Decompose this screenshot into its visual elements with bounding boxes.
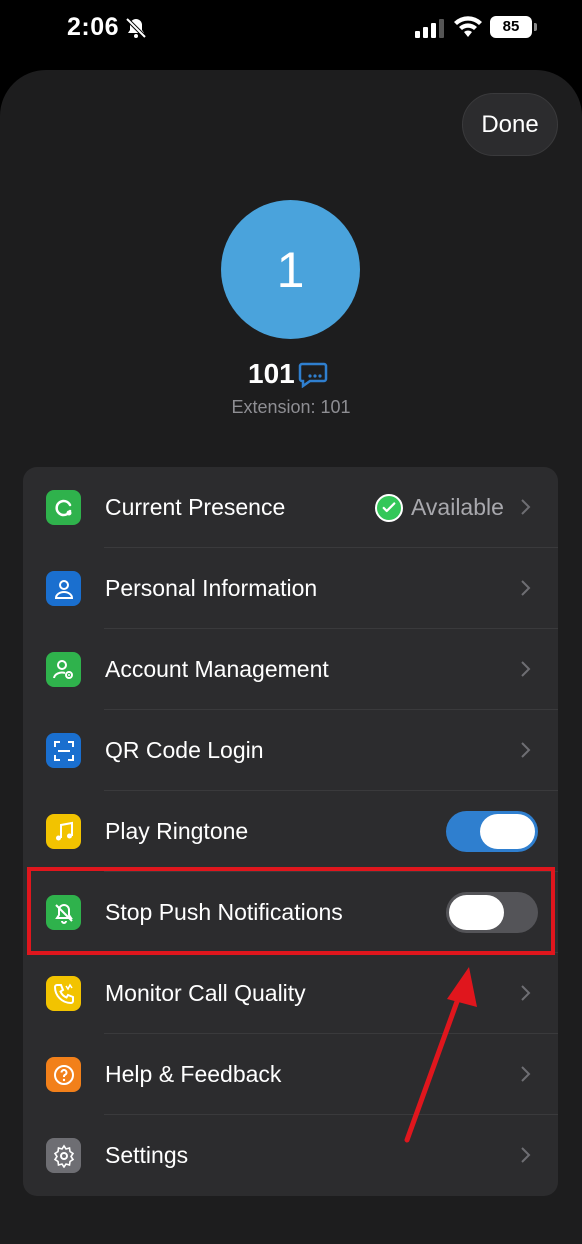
red-arrow-annotation bbox=[404, 967, 477, 1143]
menu-item-current-presence[interactable]: Current Presence Available bbox=[23, 467, 558, 548]
bell-off-icon bbox=[125, 17, 147, 39]
chevron-right-icon bbox=[521, 1066, 531, 1082]
profile-name: 101 bbox=[248, 358, 295, 389]
chevron-right-icon bbox=[521, 580, 531, 596]
menu-item-label: Account Management bbox=[105, 656, 329, 682]
qr-scan-icon bbox=[46, 733, 81, 768]
cellular-signal-icon bbox=[415, 19, 444, 38]
gear-icon bbox=[46, 1138, 81, 1173]
battery-icon: 85 bbox=[490, 16, 537, 38]
phone-quality-icon bbox=[46, 976, 81, 1011]
chevron-right-icon bbox=[521, 661, 531, 677]
menu-item-account-management[interactable]: Account Management bbox=[23, 629, 558, 710]
chevron-right-icon bbox=[521, 499, 531, 515]
menu-item-label: Settings bbox=[105, 1142, 189, 1168]
status-bar: 2:06 85 bbox=[0, 0, 582, 60]
person-icon bbox=[46, 571, 81, 606]
menu-item-play-ringtone: Play Ringtone bbox=[23, 791, 558, 872]
wifi-icon bbox=[454, 16, 482, 37]
chevron-right-icon bbox=[521, 985, 531, 1001]
avatar: 1 bbox=[221, 200, 360, 339]
presence-icon bbox=[46, 490, 81, 525]
highlight-box bbox=[27, 867, 555, 955]
menu-item-label: Personal Information bbox=[105, 575, 318, 601]
check-icon bbox=[375, 493, 403, 522]
status-time: 2:06 bbox=[67, 13, 120, 41]
menu-item-personal-information[interactable]: Personal Information bbox=[23, 548, 558, 629]
presence-status: Available bbox=[375, 467, 504, 548]
done-button[interactable]: Done bbox=[462, 93, 558, 156]
chevron-right-icon bbox=[521, 1147, 531, 1163]
chat-icon[interactable] bbox=[298, 362, 328, 388]
menu-item-qr-code-login[interactable]: QR Code Login bbox=[23, 710, 558, 791]
menu-item-label: Current Presence bbox=[105, 494, 286, 520]
question-icon bbox=[46, 1057, 81, 1092]
menu-item-label: Play Ringtone bbox=[105, 818, 249, 844]
presence-value: Available bbox=[411, 494, 504, 520]
menu-item-label: QR Code Login bbox=[105, 737, 264, 763]
menu-item-label: Monitor Call Quality bbox=[105, 980, 306, 1006]
toggle-knob bbox=[480, 814, 535, 849]
extension-label: Extension: 101 bbox=[231, 397, 351, 417]
play-ringtone-toggle[interactable] bbox=[446, 811, 538, 852]
menu-item-label: Help & Feedback bbox=[105, 1061, 282, 1087]
music-note-icon bbox=[46, 814, 81, 849]
chevron-right-icon bbox=[521, 742, 531, 758]
account-settings-icon bbox=[46, 652, 81, 687]
